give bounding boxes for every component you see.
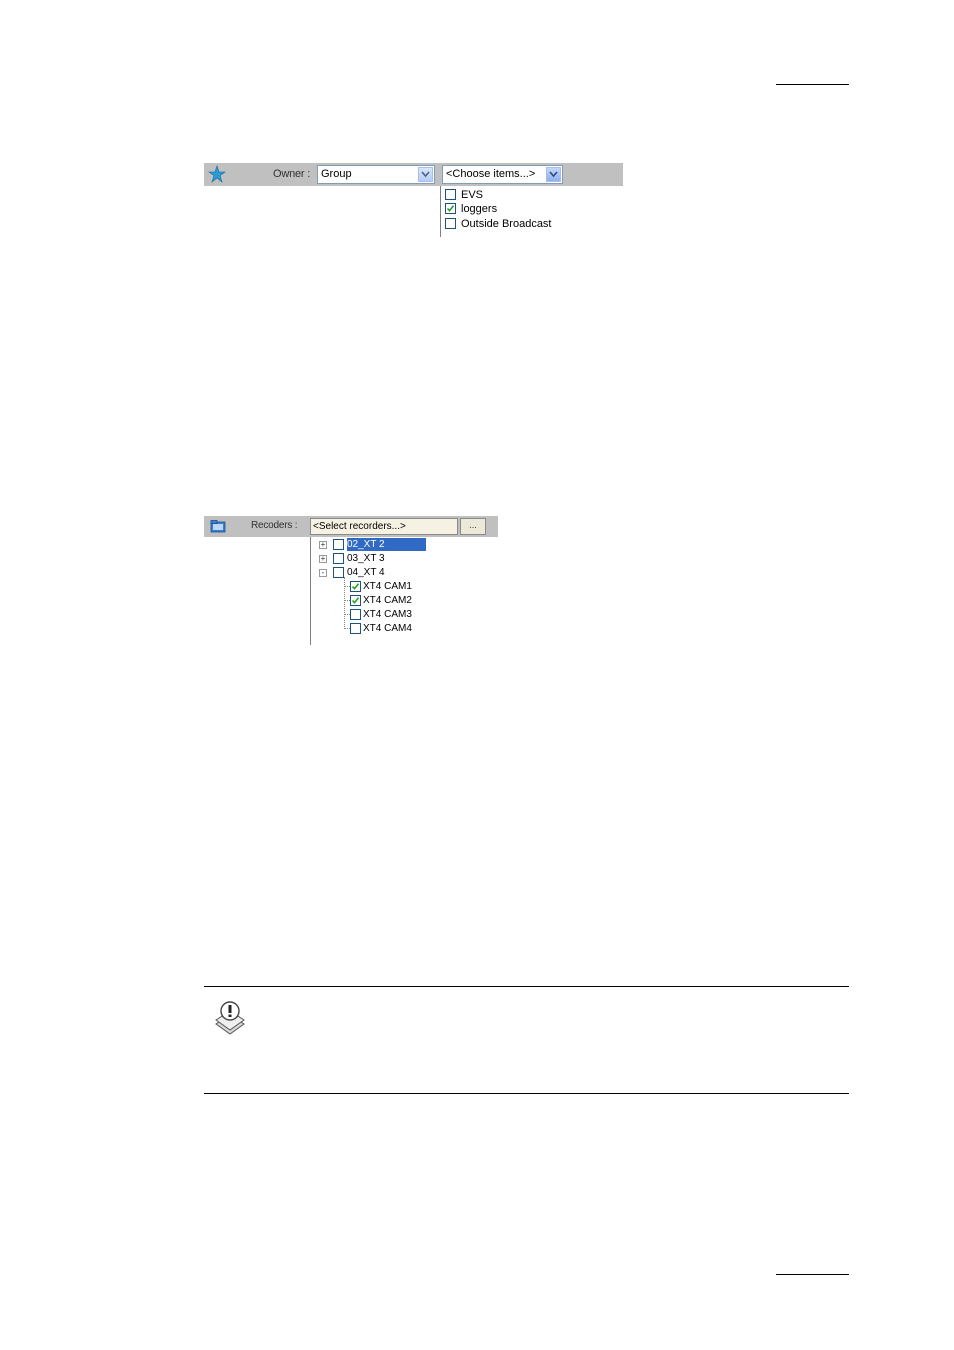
recorders-input-value: <Select recorders...> bbox=[313, 521, 406, 532]
note-top-rule bbox=[204, 986, 849, 987]
tree-child-label[interactable]: XT4 CAM2 bbox=[363, 594, 412, 607]
items-dropdown-list: EVS loggers Outside Broadcast bbox=[440, 186, 624, 237]
tree-child-checkbox[interactable] bbox=[350, 581, 361, 592]
list-item-label: EVS bbox=[461, 189, 484, 201]
tree-row-label[interactable]: 02_XT 2 bbox=[346, 537, 427, 552]
list-item-label: loggers bbox=[461, 203, 498, 215]
note-warning-icon bbox=[215, 1001, 245, 1035]
expand-toggle[interactable]: + bbox=[319, 541, 327, 549]
tree-row-label[interactable]: 04_XT 4 bbox=[347, 566, 385, 579]
browse-recorders-button[interactable]: ... bbox=[460, 518, 486, 535]
tree-row-checkbox[interactable] bbox=[333, 539, 344, 550]
expand-toggle[interactable]: + bbox=[319, 555, 327, 563]
tree-child-label[interactable]: XT4 CAM4 bbox=[363, 622, 412, 635]
owner-combo[interactable]: Group bbox=[317, 165, 435, 184]
items-combo-value: <Choose items...> bbox=[446, 168, 536, 180]
owner-label: Owner : bbox=[273, 168, 311, 180]
tree-row-checkbox[interactable] bbox=[333, 567, 344, 578]
footer-rule bbox=[776, 1274, 849, 1275]
checkmark-icon bbox=[351, 583, 360, 590]
header-rule bbox=[776, 84, 849, 85]
tree-row-label[interactable]: 03_XT 3 bbox=[347, 552, 385, 565]
recorders-label: Recoders : bbox=[251, 520, 298, 531]
tree-child-checkbox[interactable] bbox=[350, 595, 361, 606]
list-item-outside-broadcast[interactable]: Outside Broadcast bbox=[445, 217, 552, 231]
checkmark-icon bbox=[351, 597, 360, 604]
chevron-down-icon bbox=[549, 171, 558, 178]
recorders-filter-bar: Recoders : <Select recorders...> ... bbox=[204, 516, 498, 537]
checkmark-icon bbox=[446, 204, 455, 212]
recorders-tree: + 02_XT 2 + 03_XT 3 - 04_XT 4 XT4 CAM1 X… bbox=[310, 537, 499, 645]
list-item-loggers[interactable]: loggers bbox=[445, 202, 497, 216]
loggers-checkbox[interactable] bbox=[445, 202, 456, 214]
tree-child-label[interactable]: XT4 CAM3 bbox=[363, 608, 412, 621]
tree-connector bbox=[344, 577, 345, 629]
tree-child-checkbox[interactable] bbox=[350, 609, 361, 620]
evs-checkbox[interactable] bbox=[445, 188, 456, 200]
owner-combo-dropdown-button[interactable] bbox=[418, 167, 433, 182]
tree-child-label[interactable]: XT4 CAM1 bbox=[363, 580, 412, 593]
items-combo-dropdown-button[interactable] bbox=[546, 167, 561, 182]
owner-combo-value: Group bbox=[321, 168, 352, 180]
note-bottom-rule bbox=[204, 1093, 849, 1094]
outside-broadcast-checkbox[interactable] bbox=[445, 217, 456, 229]
owner-filter-bar: Owner : Group <Choose items...> bbox=[204, 163, 623, 186]
recorders-input[interactable]: <Select recorders...> bbox=[310, 518, 458, 535]
chevron-down-icon bbox=[421, 171, 430, 178]
tree-row-checkbox[interactable] bbox=[333, 553, 344, 564]
recorder-folder-icon bbox=[210, 520, 226, 533]
owner-star-icon bbox=[208, 165, 226, 183]
list-item-label: Outside Broadcast bbox=[461, 218, 552, 230]
list-item-evs[interactable]: EVS bbox=[445, 188, 483, 202]
items-combo[interactable]: <Choose items...> bbox=[442, 165, 563, 184]
collapse-toggle[interactable]: - bbox=[319, 569, 327, 577]
tree-child-checkbox[interactable] bbox=[350, 623, 361, 634]
